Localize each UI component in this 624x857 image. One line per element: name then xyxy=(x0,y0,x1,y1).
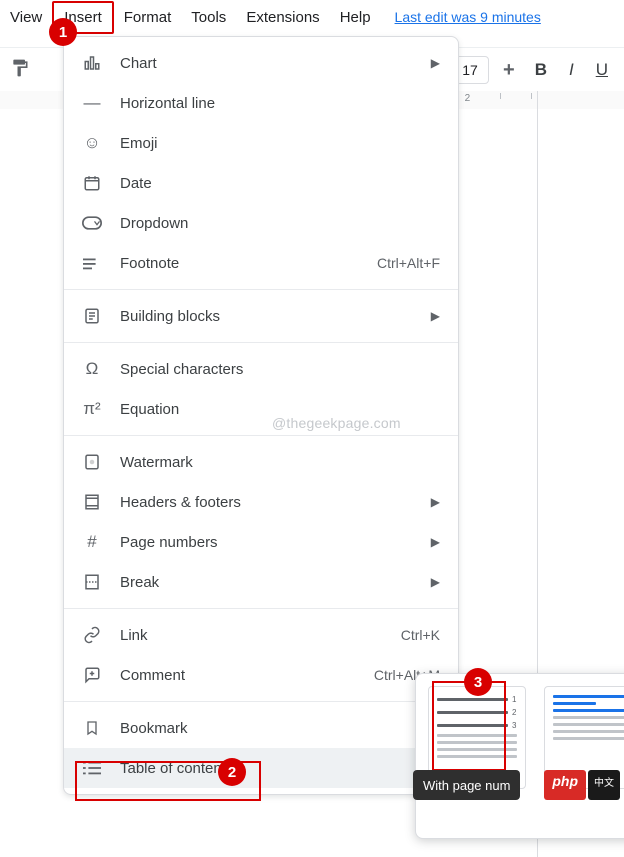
horizontal-line-icon: — xyxy=(82,93,102,113)
submenu-arrow-icon: ▶ xyxy=(431,309,440,323)
menu-label: Link xyxy=(120,627,383,644)
submenu-arrow-icon: ▶ xyxy=(431,495,440,509)
toc-icon xyxy=(82,758,102,778)
submenu-arrow-icon: ▶ xyxy=(431,56,440,70)
headers-footers-icon xyxy=(82,492,102,512)
menu-label: Footnote xyxy=(120,255,359,272)
footnote-icon xyxy=(82,253,102,273)
pi-icon: π² xyxy=(82,399,102,419)
toc-submenu: 1 2 3 xyxy=(415,673,624,839)
break-icon xyxy=(82,572,102,592)
menu-item-emoji[interactable]: ☺ Emoji xyxy=(64,123,458,163)
menu-item-date[interactable]: Date xyxy=(64,163,458,203)
menu-help[interactable]: Help xyxy=(330,3,381,32)
underline-button[interactable]: U xyxy=(590,60,614,80)
menu-view[interactable]: View xyxy=(6,3,52,32)
menu-label: Special characters xyxy=(120,361,440,378)
tooltip: With page num xyxy=(413,770,520,800)
link-icon xyxy=(82,625,102,645)
menu-label: Watermark xyxy=(120,454,440,471)
menu-item-footnote[interactable]: Footnote Ctrl+Alt+F xyxy=(64,243,458,283)
php-watermark-badge: php xyxy=(544,770,586,800)
cn-watermark-badge: 中文 xyxy=(588,770,620,800)
menu-extensions[interactable]: Extensions xyxy=(236,3,329,32)
paint-format-icon[interactable] xyxy=(10,58,30,83)
menu-tools[interactable]: Tools xyxy=(181,3,236,32)
menu-label: Equation xyxy=(120,401,440,418)
menu-item-special-characters[interactable]: Ω Special characters xyxy=(64,349,458,389)
menu-label: Break xyxy=(120,574,413,591)
menu-label: Chart xyxy=(120,55,413,72)
menu-label: Bookmark xyxy=(120,720,440,737)
emoji-icon: ☺ xyxy=(82,133,102,153)
dropdown-icon xyxy=(82,213,102,233)
menu-label: Emoji xyxy=(120,135,440,152)
menu-label: Comment xyxy=(120,667,356,684)
menu-format[interactable]: Format xyxy=(114,3,182,32)
menu-item-dropdown[interactable]: Dropdown xyxy=(64,203,458,243)
page-numbers-icon: # xyxy=(82,532,102,552)
menu-label: Table of contents xyxy=(120,760,413,777)
shortcut: Ctrl+Alt+F xyxy=(377,255,440,271)
callout-1: 1 xyxy=(49,18,77,46)
watermark-icon xyxy=(82,452,102,472)
calendar-icon xyxy=(82,173,102,193)
submenu-arrow-icon: ▶ xyxy=(431,575,440,589)
callout-2: 2 xyxy=(218,758,246,786)
submenu-arrow-icon: ▶ xyxy=(431,535,440,549)
omega-icon: Ω xyxy=(82,359,102,379)
menu-label: Page numbers xyxy=(120,534,413,551)
menu-item-watermark[interactable]: Watermark xyxy=(64,442,458,482)
menu-item-page-numbers[interactable]: # Page numbers ▶ xyxy=(64,522,458,562)
menu-item-link[interactable]: Link Ctrl+K xyxy=(64,615,458,655)
shortcut: Ctrl+K xyxy=(401,627,440,643)
menu-label: Date xyxy=(120,175,440,192)
menu-item-headers-footers[interactable]: Headers & footers ▶ xyxy=(64,482,458,522)
last-edit-link[interactable]: Last edit was 9 minutes xyxy=(395,9,541,25)
insert-menu: Chart ▶ — Horizontal line ☺ Emoji Date D… xyxy=(63,36,459,795)
ruler-mark: 2 xyxy=(465,93,471,104)
menu-item-equation[interactable]: π² Equation xyxy=(64,389,458,429)
menu-label: Headers & footers xyxy=(120,494,413,511)
menu-item-table-of-contents[interactable]: Table of contents ▶ xyxy=(64,748,458,788)
menu-item-bookmark[interactable]: Bookmark xyxy=(64,708,458,748)
menubar: View Insert Format Tools Extensions Help… xyxy=(0,0,624,34)
menu-item-break[interactable]: Break ▶ xyxy=(64,562,458,602)
comment-icon xyxy=(82,665,102,685)
building-blocks-icon xyxy=(82,306,102,326)
font-size-increase[interactable]: + xyxy=(499,59,519,82)
bold-button[interactable]: B xyxy=(529,60,553,80)
italic-button[interactable]: I xyxy=(563,60,580,80)
chart-icon xyxy=(82,53,102,73)
menu-label: Horizontal line xyxy=(120,95,440,112)
menu-item-building-blocks[interactable]: Building blocks ▶ xyxy=(64,296,458,336)
menu-label: Dropdown xyxy=(120,215,440,232)
menu-label: Building blocks xyxy=(120,308,413,325)
menu-item-comment[interactable]: Comment Ctrl+Alt+M xyxy=(64,655,458,695)
callout-3: 3 xyxy=(464,668,492,696)
menu-item-horizontal-line[interactable]: — Horizontal line xyxy=(64,83,458,123)
menu-item-chart[interactable]: Chart ▶ xyxy=(64,43,458,83)
bookmark-icon xyxy=(82,718,102,738)
